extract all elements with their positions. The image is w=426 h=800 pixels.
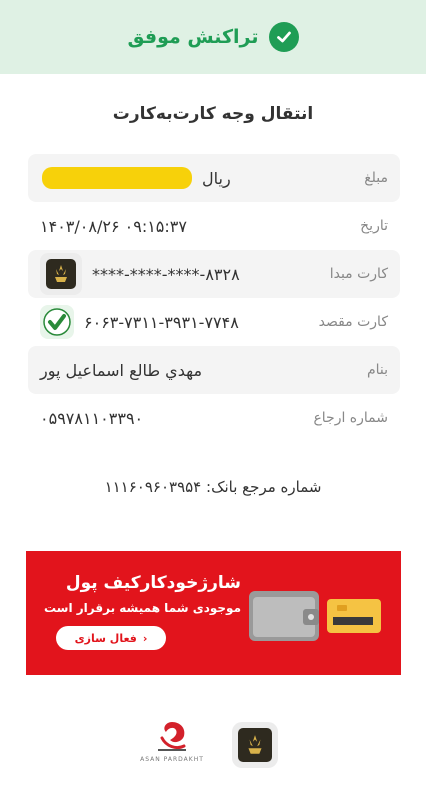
dest-bank-logo-icon xyxy=(40,305,74,339)
dest-card-row: کارت مقصد ۶۰۶۳-۷۳۱۱-۳۹۳۱-۷۷۴۸ xyxy=(28,298,400,346)
wallet-card-illustration-icon xyxy=(245,589,385,653)
check-circle-icon xyxy=(268,22,299,52)
reference-label: شماره ارجاع xyxy=(313,410,388,426)
dest-card-label: کارت مقصد xyxy=(318,314,388,330)
sepah-bank-footer-logo-icon xyxy=(232,722,278,768)
amount-label: مبلغ xyxy=(364,170,388,186)
page-title: انتقال وجه کارت‌به‌کارت xyxy=(112,104,314,124)
wallet-autocharge-banner[interactable]: شارژخودکارکیف پول موجودی شما همیشه برقرا… xyxy=(26,551,401,675)
success-header: تراکنش موفق xyxy=(0,0,426,74)
amount-row: مبلغ ریال xyxy=(28,154,400,202)
activate-button[interactable]: ‹ فعال سازی xyxy=(56,626,166,650)
reference-value: ۰۵۹۷۸۱۱۰۳۳۹۰ xyxy=(40,408,144,428)
header-title: تراکنش موفق xyxy=(127,26,259,48)
footer-logos: ASAN PARDAKHT xyxy=(0,718,426,778)
source-card-label: کارت مبدا xyxy=(329,266,388,282)
banner-title: شارژخودکارکیف پول xyxy=(65,573,241,593)
activate-button-label: فعال سازی xyxy=(74,631,137,645)
name-value: مهدي طالع اسماعيل پور xyxy=(40,360,203,380)
date-row: تاریخ ۰۹:۱۵:۳۷ ۱۴۰۳/۰۸/۲۶ xyxy=(28,202,400,250)
banner-subtitle: موجودی شما همیشه برقرار است xyxy=(43,601,241,615)
name-row: بنام مهدي طالع اسماعيل پور xyxy=(28,346,400,394)
amount-unit: ریال xyxy=(202,168,231,188)
dest-card-value: ۶۰۶۳-۷۳۱۱-۳۹۳۱-۷۷۴۸ xyxy=(84,312,239,332)
date-label: تاریخ xyxy=(360,218,388,234)
chevron-left-icon: ‹ xyxy=(142,631,148,645)
asan-pardakht-logo-icon: ASAN PARDAKHT xyxy=(140,718,204,778)
asan-pardakht-label: ASAN PARDAKHT xyxy=(140,756,204,763)
date-value: ۰۹:۱۵:۳۷ ۱۴۰۳/۰۸/۲۶ xyxy=(40,216,187,236)
amount-redacted xyxy=(42,167,192,189)
source-card-value: ****-****-****-۸۳۲۸ xyxy=(92,264,240,284)
source-card-row: کارت مبدا ****-****-****-۸۳۲۸ xyxy=(28,250,400,298)
name-label: بنام xyxy=(366,362,388,378)
bank-reference: شماره مرجع بانک: ۱۱۱۶۰۹۶۰۳۹۵۴ xyxy=(104,478,322,496)
sepah-bank-logo-icon xyxy=(40,253,82,295)
reference-row: شماره ارجاع ۰۵۹۷۸۱۱۰۳۳۹۰ xyxy=(28,394,400,442)
